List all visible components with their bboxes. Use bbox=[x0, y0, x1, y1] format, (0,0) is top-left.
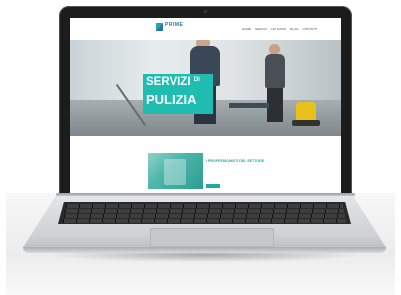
hero-title-panel: SERVIZI DI PULIZIA bbox=[143, 74, 213, 114]
keyboard-row bbox=[65, 209, 344, 213]
nav-item-blog[interactable]: BLOG bbox=[290, 27, 298, 31]
logo-icon[interactable] bbox=[156, 23, 163, 31]
site-header: PRIME HOME SERVIZI CHI SIAMO BLOG CONTAT… bbox=[70, 18, 341, 40]
keyboard bbox=[58, 202, 351, 224]
laptop-screen: PRIME HOME SERVIZI CHI SIAMO BLOG CONTAT… bbox=[70, 18, 341, 194]
nav-item-servizi[interactable]: SERVIZI bbox=[255, 27, 267, 31]
hero-banner: SERVIZI DI PULIZIA bbox=[70, 40, 341, 136]
laptop-lid: PRIME HOME SERVIZI CHI SIAMO BLOG CONTAT… bbox=[59, 6, 352, 195]
keyboard-row bbox=[63, 219, 346, 223]
hero-title-line2: PULIZIA bbox=[146, 92, 197, 107]
hero-title: SERVIZI DI bbox=[146, 76, 200, 89]
hero-title-word: SERVIZI bbox=[146, 76, 191, 88]
section-image bbox=[148, 153, 203, 189]
cleaning-machine-image bbox=[296, 102, 316, 122]
keyboard-row bbox=[64, 214, 345, 218]
nav-item-contatti[interactable]: CONTATTI bbox=[303, 27, 318, 31]
main-nav: HOME SERVIZI CHI SIAMO BLOG CONTATTI bbox=[242, 27, 317, 31]
section-text bbox=[206, 169, 272, 181]
camera-icon bbox=[204, 10, 207, 13]
keyboard-row bbox=[66, 204, 343, 208]
nav-item-chi-siamo[interactable]: CHI SIAMO bbox=[271, 27, 287, 31]
nav-item-home[interactable]: HOME bbox=[242, 27, 251, 31]
section-heading: I PROFESSIONISTI DEL SETTORE bbox=[206, 159, 265, 163]
hero-cta-button[interactable] bbox=[229, 103, 269, 108]
logo-text[interactable]: PRIME bbox=[165, 22, 183, 28]
laptop-base-edge bbox=[23, 247, 386, 253]
cleaning-machine-image bbox=[292, 120, 320, 126]
hero-description bbox=[217, 76, 283, 96]
section-button[interactable] bbox=[206, 184, 220, 188]
trackpad bbox=[150, 228, 274, 247]
hero-title-di: DI bbox=[193, 77, 200, 83]
section-image-detail bbox=[164, 159, 186, 185]
